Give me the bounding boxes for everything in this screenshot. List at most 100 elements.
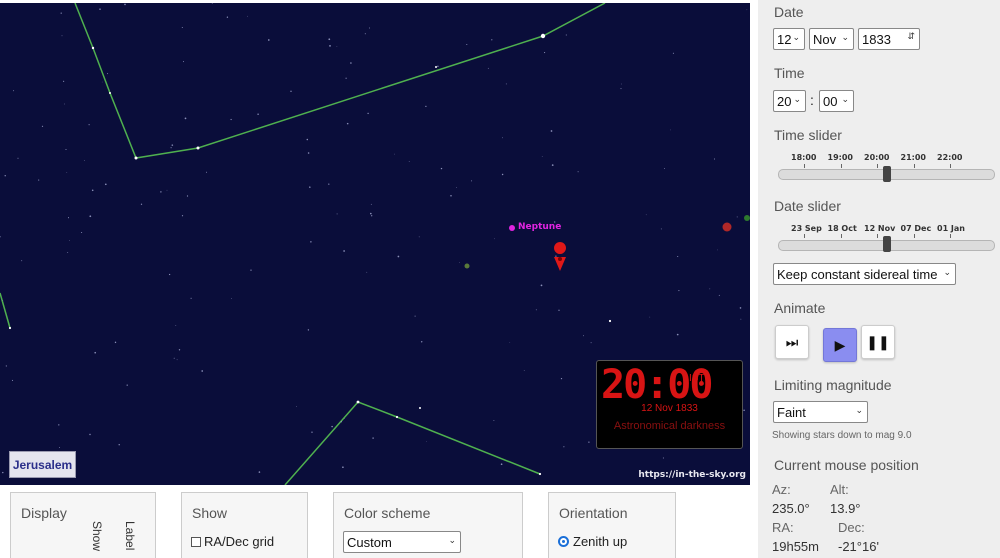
fast-forward-icon: ⏭	[785, 333, 799, 350]
faint-star	[175, 325, 177, 326]
clock-date: 12 Nov 1833	[641, 403, 698, 414]
color-scheme-select[interactable]: Custom ⌄	[343, 531, 461, 553]
faint-star	[307, 152, 310, 154]
animate-label: Animate	[774, 300, 826, 316]
faint-star	[456, 187, 457, 188]
tick-mark	[913, 234, 915, 238]
faint-star	[408, 161, 410, 162]
tick-label: 07 Dec	[900, 224, 932, 233]
faint-star	[558, 309, 560, 311]
sky-map[interactable]: Neptune 20:00 IST 12 Nov 1833 Astronomic…	[0, 3, 750, 485]
faint-star	[466, 43, 468, 46]
faint-star	[94, 351, 97, 354]
chevron-down-icon: ⌄	[841, 94, 849, 104]
zenith-up-radio[interactable]: Zenith up	[558, 534, 627, 549]
faint-star	[450, 195, 452, 197]
faint-star	[160, 191, 162, 193]
time-minute-select[interactable]: 00 ⌄	[819, 90, 854, 112]
faint-star	[414, 315, 416, 317]
faint-star	[99, 8, 101, 10]
tick-mark	[877, 234, 878, 238]
faint-star	[560, 378, 563, 380]
time-label: Time	[774, 65, 805, 81]
tick-label: 12 Nov	[864, 224, 896, 233]
faint-star	[397, 255, 400, 258]
pause-button[interactable]: ❚❚	[861, 325, 895, 359]
faint-star	[83, 160, 85, 161]
alt-label: Alt:	[830, 482, 849, 497]
faint-star	[126, 384, 128, 386]
mouse-position-label: Current mouse position	[774, 457, 919, 473]
tick-mark	[840, 234, 842, 238]
chevron-down-icon: ⌄	[448, 535, 456, 545]
faint-star	[369, 27, 370, 29]
faint-star	[370, 212, 372, 215]
faint-star	[426, 441, 427, 442]
time-hour-select[interactable]: 20 ⌄	[773, 90, 806, 112]
date-year-input[interactable]: 1833 ⇵	[858, 28, 920, 50]
radio-selected-icon[interactable]	[558, 536, 569, 547]
orientation-panel: Orientation Zenith up	[548, 492, 676, 558]
tick-label: 20:00	[864, 153, 890, 162]
faint-star	[736, 216, 738, 218]
faint-star	[709, 288, 711, 290]
chevron-down-icon: ⌄	[792, 32, 800, 42]
faint-star	[21, 260, 23, 262]
faint-star	[541, 156, 543, 157]
fast-forward-button[interactable]: ⏭	[775, 325, 809, 359]
radec-grid-checkbox[interactable]: RA/Dec grid	[191, 534, 274, 549]
faint-star	[425, 105, 427, 108]
time-slider-handle[interactable]	[883, 166, 891, 182]
date-day-select[interactable]: 12 ⌄	[773, 28, 805, 50]
faint-star	[250, 269, 252, 271]
location-button[interactable]: Jerusalem	[9, 451, 76, 478]
faint-star	[140, 203, 143, 205]
faint-star	[306, 138, 309, 141]
play-button[interactable]: ▶	[823, 328, 857, 362]
faint-star	[246, 15, 248, 17]
display-show-column: Show	[90, 521, 104, 552]
faint-star	[583, 335, 584, 337]
display-label-column: Label	[123, 521, 137, 551]
pause-icon: ❚❚	[866, 333, 890, 350]
date-month-select[interactable]: Nov ⌄	[809, 28, 854, 50]
spinner-icon: ⇵	[907, 31, 915, 41]
faint-star	[678, 290, 680, 292]
clock-darkness-status: Astronomical darkness	[613, 420, 726, 432]
clock-display: 20:00 IST 12 Nov 1833 Astronomical darkn…	[596, 360, 743, 449]
show-title: Show	[192, 505, 228, 521]
faint-star	[186, 195, 189, 197]
faint-star	[176, 359, 178, 361]
faint-star	[505, 83, 507, 85]
faint-star	[107, 73, 109, 75]
faint-star	[211, 3, 213, 4]
faint-star	[620, 83, 622, 85]
faint-star	[544, 52, 546, 54]
chevron-down-icon: ⌄	[855, 405, 863, 415]
faint-star	[290, 90, 292, 92]
sidereal-mode-select[interactable]: Keep constant sidereal time ⌄	[773, 263, 956, 285]
faint-star	[366, 271, 368, 273]
faint-star	[309, 186, 311, 188]
date-label: Date	[774, 4, 804, 20]
limiting-magnitude-select[interactable]: Faint ⌄	[773, 401, 868, 423]
faint-star	[173, 357, 175, 359]
tick-label: 18:00	[791, 153, 817, 162]
faint-star	[17, 157, 19, 159]
chevron-down-icon: ⌄	[841, 32, 849, 42]
faint-star	[502, 137, 503, 139]
date-slider-handle[interactable]	[883, 236, 891, 252]
faint-star	[523, 370, 525, 371]
alt-value: 13.9°	[830, 501, 861, 516]
neptune-label: Neptune	[518, 222, 562, 232]
tick-mark	[950, 164, 951, 168]
checkbox-icon[interactable]	[191, 537, 201, 547]
dec-value: -21°16'	[838, 539, 879, 554]
date-slider-label: Date slider	[774, 198, 841, 214]
site-credit: https://in-the-sky.org	[638, 470, 746, 480]
faint-star	[555, 255, 557, 257]
faint-star	[4, 175, 6, 177]
faint-star	[181, 26, 183, 29]
chevron-down-icon: ⌄	[793, 94, 801, 104]
ra-label: RA:	[772, 520, 794, 535]
